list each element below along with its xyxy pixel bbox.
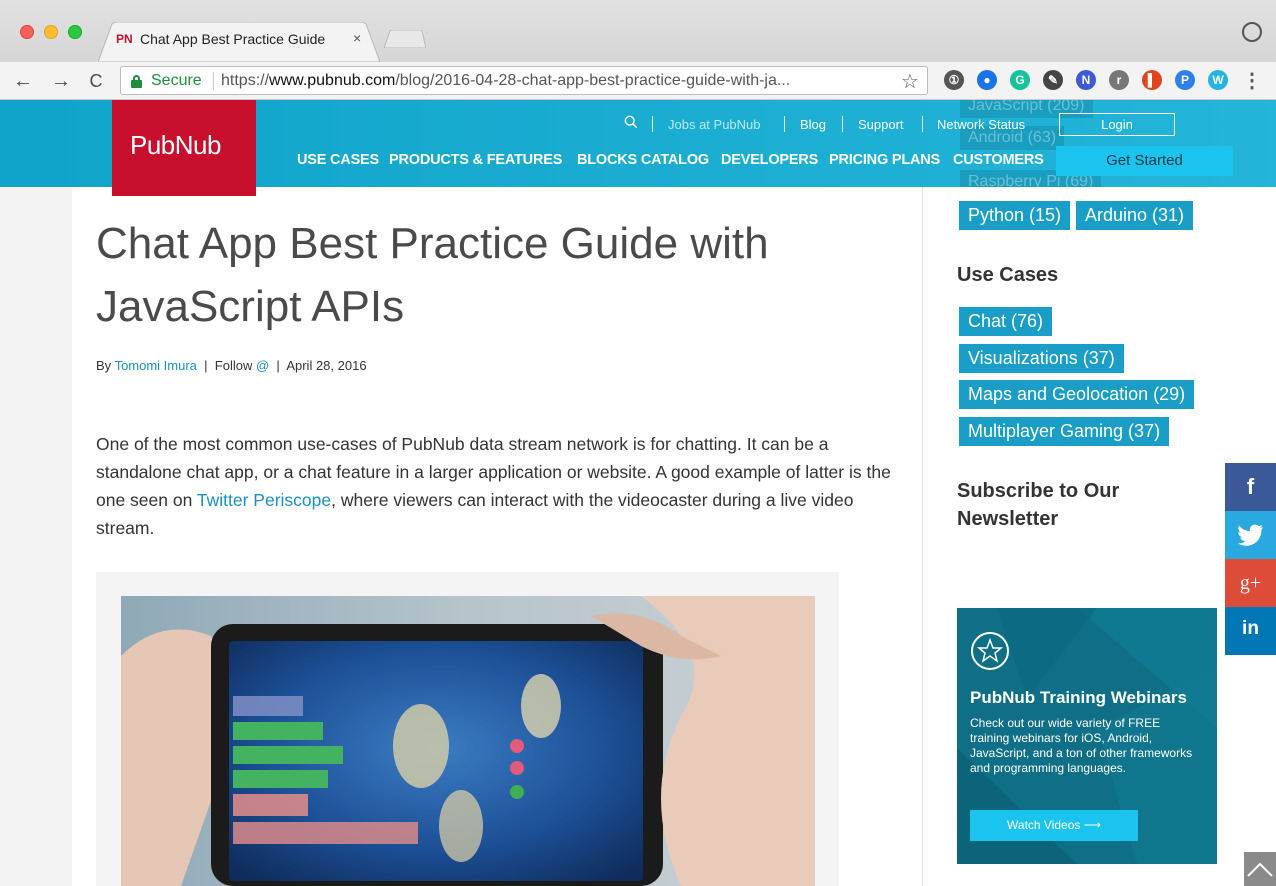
secure-label: Secure	[151, 72, 202, 89]
facebook-share-icon[interactable]: f	[1225, 463, 1276, 511]
browser-tab-strip: PN Chat App Best Practice Guide ×	[0, 0, 1276, 62]
linkedin-share-icon[interactable]: in	[1225, 607, 1276, 655]
webinar-title: PubNub Training Webinars	[970, 688, 1187, 707]
browser-tab[interactable]: PN Chat App Best Practice Guide ×	[98, 22, 380, 62]
tab-close-icon[interactable]: ×	[353, 30, 361, 46]
follow-label: Follow	[214, 358, 253, 373]
periscope-link[interactable]: Twitter Periscope	[197, 490, 331, 510]
forward-icon[interactable]: →	[48, 68, 74, 94]
nav-products-features[interactable]: PRODUCTS & FEATURES	[389, 152, 562, 168]
address-bar[interactable]: Secure https://www.pubnub.com/blog/2016-…	[120, 66, 928, 95]
get-started-button[interactable]: Get Started	[1056, 146, 1233, 176]
utility-divider	[842, 116, 843, 132]
search-icon[interactable]	[624, 115, 638, 129]
publish-date: April 28, 2016	[286, 358, 367, 373]
blog-link[interactable]: Blog	[800, 117, 826, 132]
googleplus-share-icon[interactable]: g+	[1225, 559, 1276, 607]
language-tag[interactable]: Python (15)	[959, 201, 1071, 230]
r-icon[interactable]: r	[1109, 70, 1129, 90]
utility-divider	[922, 116, 923, 132]
pixel-icon[interactable]: ✎	[1043, 70, 1063, 90]
logo-text: PubNub	[130, 130, 221, 160]
1password-icon[interactable]: ①	[944, 70, 964, 90]
tab-title: Chat App Best Practice Guide	[140, 31, 326, 47]
back-icon[interactable]: ←	[10, 68, 36, 94]
webinar-badge-icon	[971, 632, 1009, 670]
webinar-description: Check out our wide variety of FREE train…	[970, 716, 1193, 775]
nav-developers[interactable]: DEVELOPERS	[721, 152, 818, 168]
use-case-tag[interactable]: Maps and Geolocation (29)	[959, 380, 1195, 409]
network-status-link[interactable]: Network Status	[937, 117, 1025, 132]
bookmark-star-icon[interactable]: ☆	[901, 69, 919, 94]
phone-photo-illustration	[121, 596, 815, 886]
new-tab-button[interactable]	[384, 30, 426, 48]
reload-icon[interactable]: C	[83, 68, 109, 94]
byline: By Tomomi Imura | Follow @ | April 28, 2…	[96, 358, 367, 373]
article-title: Chat App Best Practice Guide with JavaSc…	[96, 219, 769, 331]
nav-blocks-catalog[interactable]: BLOCKS CATALOG	[577, 152, 709, 168]
nav-customers[interactable]: CUSTOMERS	[953, 152, 1044, 168]
nav-use-cases[interactable]: USE CASES	[297, 152, 379, 168]
profile-icon[interactable]	[1242, 22, 1262, 42]
newsletter-heading: Subscribe to Our Newsletter	[957, 480, 1120, 530]
utility-divider	[784, 116, 785, 132]
webinar-promo: PubNub Training Webinars Check out our w…	[957, 608, 1217, 864]
notion-icon[interactable]: N	[1076, 70, 1096, 90]
browser-toolbar: ← → C Secure https://www.pubnub.com/blog…	[0, 62, 1276, 100]
language-tag[interactable]: Arduino (31)	[1076, 201, 1194, 230]
use-cases-heading: Use Cases	[957, 264, 1059, 286]
article-paragraph: One of the most common use-cases of PubN…	[96, 430, 896, 542]
logo-tail	[112, 186, 256, 196]
use-case-tag[interactable]: Chat (76)	[959, 307, 1053, 336]
byline-divider: |	[276, 358, 280, 373]
web-page: Chat App Best Practice Guide with JavaSc…	[0, 100, 1276, 886]
login-button[interactable]: Login	[1059, 113, 1175, 136]
twitter-share-icon[interactable]	[1225, 511, 1276, 559]
follow-link[interactable]: @	[256, 358, 269, 373]
utility-divider	[652, 116, 653, 132]
grammarly-icon[interactable]: G	[1010, 70, 1030, 90]
url-path: /blog/2016-04-28-chat-app-best-practice-…	[395, 72, 791, 89]
meet-icon[interactable]: ●	[977, 70, 997, 90]
lock-icon	[131, 75, 142, 88]
support-link[interactable]: Support	[858, 117, 904, 132]
w-icon[interactable]: W	[1208, 70, 1228, 90]
zoom-window-button[interactable]	[68, 25, 82, 39]
byline-divider: |	[204, 358, 208, 373]
minimize-window-button[interactable]	[44, 25, 58, 39]
omnibox-divider	[213, 72, 214, 90]
use-case-tag[interactable]: Visualizations (37)	[959, 344, 1124, 373]
url-text: https://www.pubnub.com/blog/2016-04-28-c…	[221, 72, 901, 90]
browser-menu-icon[interactable]: ⋮	[1242, 68, 1262, 93]
tab-favicon: PN	[116, 32, 133, 46]
pricetag-icon[interactable]: P	[1175, 70, 1195, 90]
use-case-tag[interactable]: Multiplayer Gaming (37)	[959, 417, 1170, 446]
site-header: JavaScript (209) Android (63) Raspberry …	[0, 100, 1276, 196]
close-window-button[interactable]	[20, 25, 34, 39]
scroll-to-top-button[interactable]	[1244, 852, 1276, 886]
watch-videos-button[interactable]: Watch Videos ⟶	[970, 810, 1138, 841]
nav-pricing-plans[interactable]: PRICING PLANS	[829, 152, 940, 168]
url-scheme: https://	[221, 72, 270, 89]
url-host: www.pubnub.com	[269, 72, 396, 89]
jobs-link[interactable]: Jobs at PubNub	[668, 117, 761, 132]
byline-by: By	[96, 358, 112, 373]
book-icon[interactable]: ▌	[1142, 70, 1162, 90]
hero-image	[121, 596, 815, 886]
author-link[interactable]: Tomomi Imura	[115, 358, 197, 373]
